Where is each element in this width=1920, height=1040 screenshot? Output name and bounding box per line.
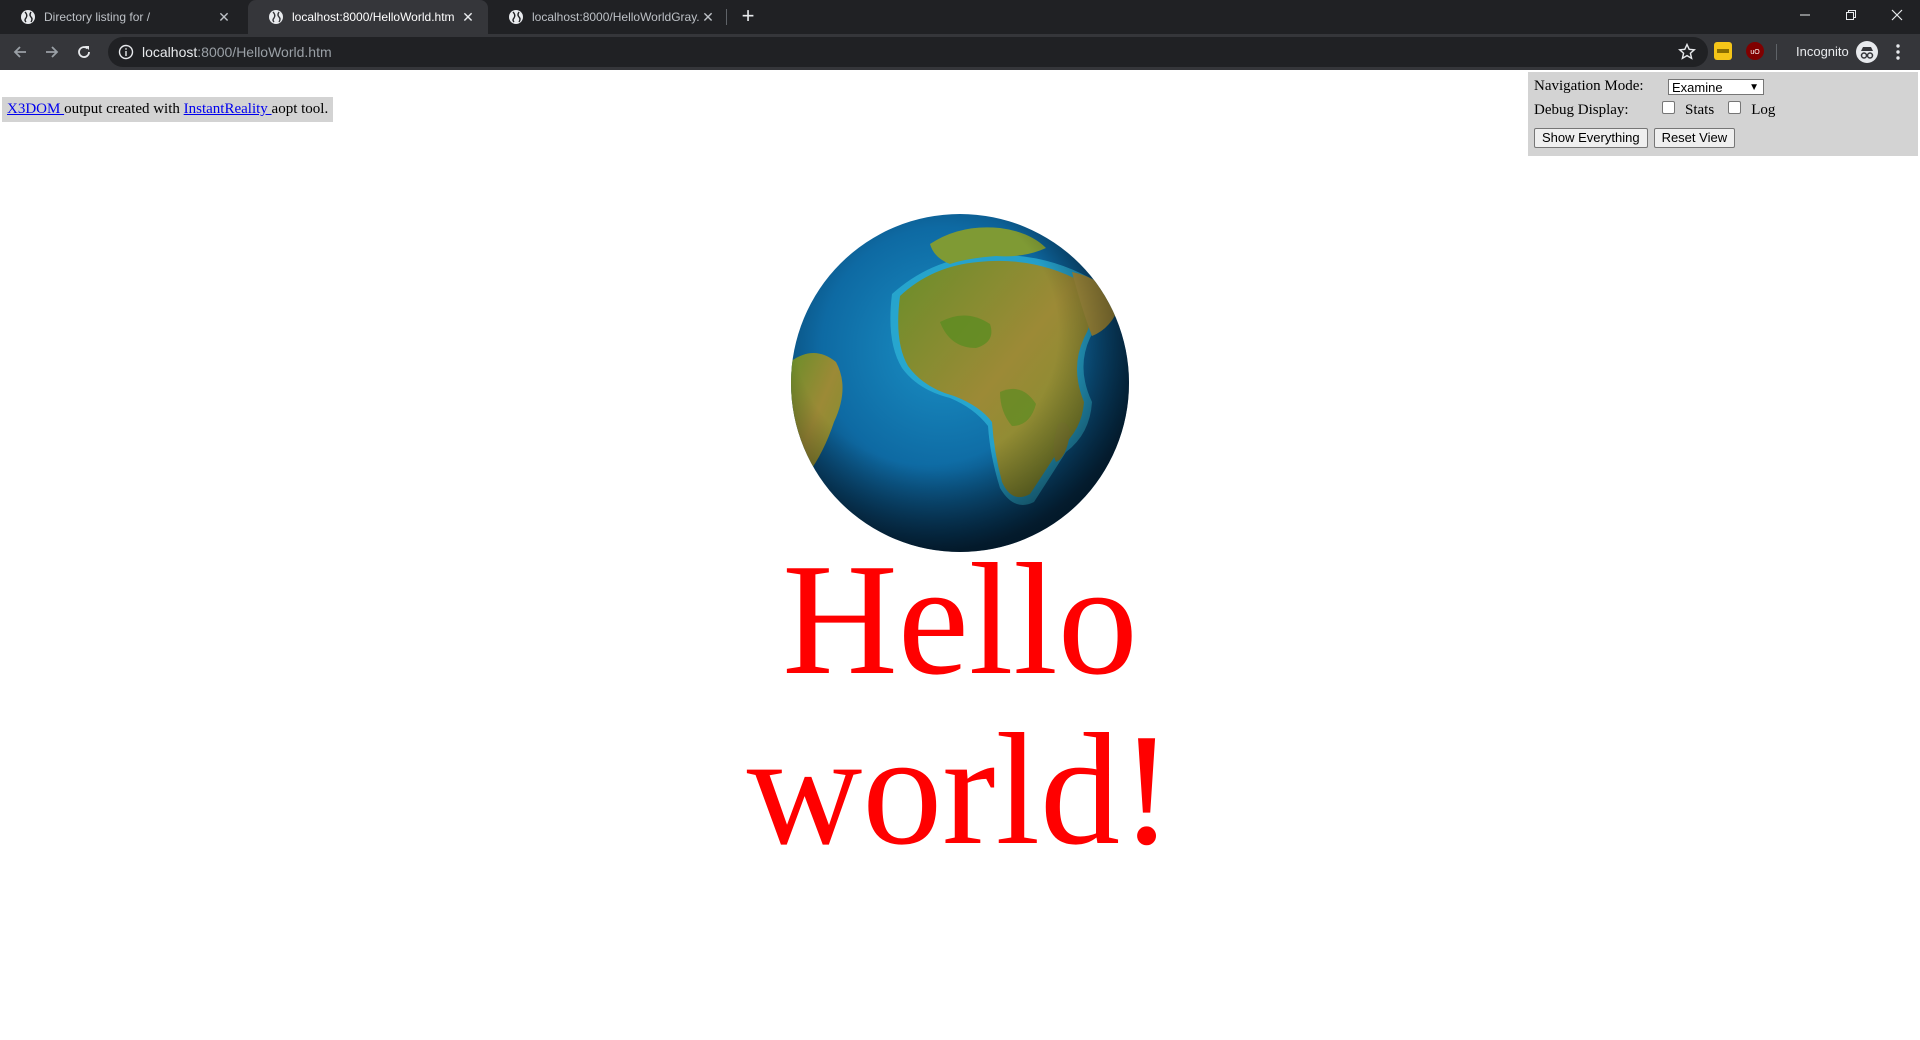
tab-helloworldgray[interactable]: localhost:8000/HelloWorldGray.h ✕ xyxy=(488,0,728,34)
log-checkbox[interactable] xyxy=(1728,101,1742,114)
url-host: localhost xyxy=(142,44,198,60)
tab-title: localhost:8000/HelloWorld.htm xyxy=(292,10,455,24)
credit-middle-text: output created with xyxy=(64,101,184,117)
navigation-mode-row: Navigation Mode: Examine ▼ xyxy=(1534,78,1764,95)
hello-line: Hello xyxy=(782,530,1138,708)
instantreality-link[interactable]: InstantReality xyxy=(184,101,272,117)
navigation-mode-label: Navigation Mode: xyxy=(1534,78,1644,94)
debug-display-label: Debug Display: xyxy=(1534,102,1629,118)
stats-checkbox[interactable] xyxy=(1662,101,1675,114)
hello-world-3d-text: Hello world! xyxy=(0,534,1920,874)
toolbar-separator xyxy=(1776,44,1777,60)
minimize-icon[interactable] xyxy=(1782,0,1828,30)
bookmark-star-icon[interactable] xyxy=(1678,43,1696,61)
earth-globe[interactable] xyxy=(790,212,1130,554)
forward-arrow-icon[interactable] xyxy=(40,40,64,64)
ublock-origin-icon[interactable]: uO xyxy=(1746,42,1764,60)
tab-helloworld[interactable]: localhost:8000/HelloWorld.htm ✕ xyxy=(248,0,488,34)
close-window-icon[interactable] xyxy=(1874,0,1920,30)
log-label: Log xyxy=(1751,102,1776,118)
tab-strip: Directory listing for / ✕ localhost:8000… xyxy=(0,0,1920,34)
incognito-icon[interactable] xyxy=(1856,41,1878,63)
stats-label: Stats xyxy=(1685,102,1715,118)
svg-text:uO: uO xyxy=(1750,49,1760,56)
info-icon[interactable] xyxy=(118,44,134,60)
incognito-label: Incognito xyxy=(1796,44,1849,59)
dropdown-arrow-icon: ▼ xyxy=(1749,81,1759,93)
url-path: :8000/HelloWorld.htm xyxy=(197,44,332,60)
globe-favicon-icon xyxy=(21,10,35,24)
tab-title: Directory listing for / xyxy=(44,10,151,24)
navigation-mode-value: Examine xyxy=(1672,79,1723,95)
tab-separator xyxy=(726,9,727,25)
credit-end-text: aopt tool. xyxy=(271,101,329,117)
tab-directory-listing[interactable]: Directory listing for / ✕ xyxy=(0,0,244,34)
show-everything-button[interactable]: Show Everything xyxy=(1534,128,1648,148)
address-bar[interactable]: localhost:8000/HelloWorld.htm xyxy=(108,37,1708,67)
debug-display-row: Debug Display: Stats Log xyxy=(1534,101,1776,119)
view-buttons-row: Show Everything Reset View xyxy=(1534,128,1741,148)
x3dom-link[interactable]: X3DOM xyxy=(7,101,64,117)
tab-close-icon[interactable]: ✕ xyxy=(216,9,232,26)
navigation-panel: Navigation Mode: Examine ▼ Debug Display… xyxy=(1528,72,1918,156)
page-viewport: X3DOM output created with InstantReality… xyxy=(0,70,1920,1040)
navigation-mode-select[interactable]: Examine ▼ xyxy=(1668,78,1764,95)
extension-yellow-icon[interactable] xyxy=(1714,42,1732,60)
tab-close-icon[interactable]: ✕ xyxy=(700,9,716,26)
world-line: world! xyxy=(746,700,1174,878)
restore-icon[interactable] xyxy=(1828,0,1874,30)
reset-view-button[interactable]: Reset View xyxy=(1653,128,1736,148)
browser-toolbar: localhost:8000/HelloWorld.htm uO Incogni… xyxy=(0,34,1920,70)
globe-favicon-icon xyxy=(269,10,283,24)
menu-kebab-icon[interactable] xyxy=(1890,43,1906,61)
reload-icon[interactable] xyxy=(72,40,96,64)
tab-close-icon[interactable]: ✕ xyxy=(460,9,476,26)
new-tab-plus-icon[interactable]: + xyxy=(736,5,760,29)
back-arrow-icon[interactable] xyxy=(8,40,32,64)
globe-favicon-icon xyxy=(509,10,523,24)
credit-banner: X3DOM output created with InstantReality… xyxy=(2,97,334,122)
tab-title: localhost:8000/HelloWorldGray.h xyxy=(532,10,700,24)
